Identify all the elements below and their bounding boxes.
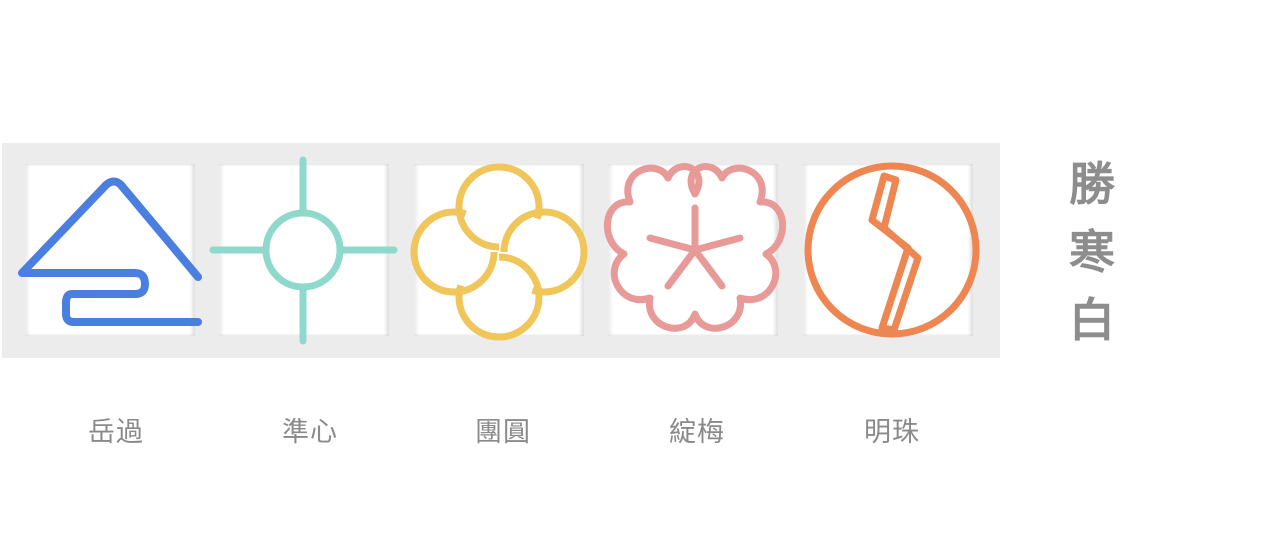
crosshair-icon [209, 156, 398, 345]
vertical-title: 勝 寒 白 [1062, 150, 1122, 354]
emblem-label-4: 綻梅 [669, 417, 725, 448]
emblem-label-2: 準心 [282, 417, 338, 448]
title-char-3: 白 [1069, 293, 1115, 347]
bolt-circle-icon [804, 162, 980, 338]
four-loop-circle-icon [410, 163, 588, 341]
title-char-2: 寒 [1069, 225, 1115, 279]
emblem-label-1: 岳過 [88, 417, 144, 448]
plum-blossom-icon [604, 163, 786, 332]
mountain-wave-icon [18, 177, 202, 326]
title-char-1: 勝 [1069, 157, 1115, 211]
emblem-label-3: 團圓 [475, 417, 531, 448]
emblem-label-5: 明珠 [864, 417, 920, 448]
